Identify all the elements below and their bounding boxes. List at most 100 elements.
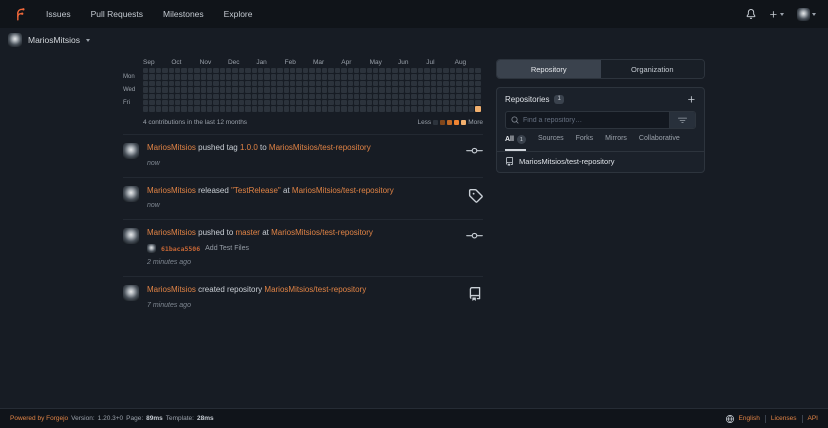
heatmap-cell bbox=[232, 106, 237, 111]
heatmap-cell bbox=[437, 100, 442, 105]
heatmap-cell bbox=[213, 74, 218, 79]
heatmap-cell bbox=[443, 94, 448, 99]
connector-text: at bbox=[283, 186, 290, 195]
heatmap-cell bbox=[379, 94, 384, 99]
heatmap-cell bbox=[405, 81, 410, 86]
heatmap-cell bbox=[354, 87, 359, 92]
filter-tab-forks[interactable]: Forks bbox=[576, 135, 594, 151]
licenses-link[interactable]: Licenses bbox=[771, 415, 797, 422]
tab-repository[interactable]: Repository bbox=[497, 60, 601, 78]
context-user-switcher[interactable]: MariosMitsios bbox=[0, 30, 828, 50]
repo-name: MariosMitsios/test-repository bbox=[519, 157, 614, 166]
heatmap-cell bbox=[271, 106, 276, 111]
repo-search-input[interactable] bbox=[523, 117, 669, 124]
heatmap-cell bbox=[245, 68, 250, 73]
tag-ref-link[interactable]: 1.0.0 bbox=[240, 143, 258, 152]
heatmap-cell bbox=[252, 106, 257, 111]
filter-label: All bbox=[505, 136, 514, 143]
heatmap-cell bbox=[232, 94, 237, 99]
heatmap-cell bbox=[245, 74, 250, 79]
user-menu-button[interactable] bbox=[797, 8, 816, 21]
heatmap-cell bbox=[156, 94, 161, 99]
heatmap-cell bbox=[162, 106, 167, 111]
new-repository-button[interactable] bbox=[687, 95, 696, 104]
repo-link[interactable]: MariosMitsios/test-repository bbox=[271, 228, 373, 237]
month-label: Mar bbox=[313, 59, 341, 66]
language-selector[interactable]: English bbox=[739, 415, 760, 422]
heatmap-cell bbox=[418, 74, 423, 79]
heatmap-cell bbox=[169, 74, 174, 79]
heatmap-cell bbox=[309, 100, 314, 105]
globe-icon bbox=[726, 415, 734, 423]
legend-square bbox=[447, 120, 452, 125]
repo-list: MariosMitsios/test-repository bbox=[497, 151, 704, 172]
day-label: Mon bbox=[123, 74, 140, 80]
repo-icon bbox=[466, 287, 483, 309]
heatmap-cell bbox=[386, 74, 391, 79]
tab-organization[interactable]: Organization bbox=[601, 60, 705, 78]
avatar[interactable] bbox=[123, 186, 139, 202]
commit-hash-link[interactable]: 61baca5506 bbox=[161, 245, 200, 253]
api-link[interactable]: API bbox=[808, 415, 818, 422]
powered-by-link[interactable]: Powered by Forgejo bbox=[10, 415, 68, 422]
create-new-button[interactable] bbox=[769, 10, 784, 19]
heatmap-cell bbox=[316, 68, 321, 73]
heatmap-cell bbox=[379, 68, 384, 73]
actor-link[interactable]: MariosMitsios bbox=[147, 285, 196, 294]
heatmap-cell bbox=[392, 87, 397, 92]
heatmap-grid bbox=[143, 68, 483, 112]
repo-link[interactable]: MariosMitsios/test-repository bbox=[292, 186, 394, 195]
avatar[interactable] bbox=[123, 285, 139, 301]
release-ref-link[interactable]: "TestRelease" bbox=[231, 186, 281, 195]
heatmap-cell bbox=[239, 74, 244, 79]
heatmap-cell bbox=[431, 81, 436, 86]
heatmap-cell bbox=[373, 106, 378, 111]
action-text: released bbox=[198, 186, 229, 195]
heatmap-cell bbox=[226, 68, 231, 73]
template-time: 28ms bbox=[197, 415, 214, 422]
heatmap-cell bbox=[309, 94, 314, 99]
chevron-down-icon bbox=[780, 13, 784, 16]
actor-link[interactable]: MariosMitsios bbox=[147, 228, 196, 237]
avatar[interactable] bbox=[123, 143, 139, 159]
avatar[interactable] bbox=[123, 228, 139, 244]
filter-tab-mirrors[interactable]: Mirrors bbox=[605, 135, 627, 151]
nav-milestones[interactable]: Milestones bbox=[163, 9, 204, 19]
forgejo-logo-icon[interactable] bbox=[12, 7, 26, 21]
repo-list-item[interactable]: MariosMitsios/test-repository bbox=[497, 152, 704, 172]
repo-filter-button[interactable] bbox=[669, 112, 695, 128]
heatmap-cell bbox=[475, 106, 480, 111]
heatmap-cell bbox=[277, 87, 282, 92]
actor-link[interactable]: MariosMitsios bbox=[147, 143, 196, 152]
heatmap-cell bbox=[271, 100, 276, 105]
repo-link[interactable]: MariosMitsios/test-repository bbox=[269, 143, 371, 152]
nav-pull-requests[interactable]: Pull Requests bbox=[91, 9, 143, 19]
heatmap-cell bbox=[188, 81, 193, 86]
filter-tab-all[interactable]: All 1 bbox=[505, 135, 526, 151]
actor-link[interactable]: MariosMitsios bbox=[147, 186, 196, 195]
avatar bbox=[8, 33, 22, 47]
heatmap-cell bbox=[450, 68, 455, 73]
bell-icon[interactable] bbox=[746, 9, 756, 19]
filter-tab-sources[interactable]: Sources bbox=[538, 135, 564, 151]
heatmap-cell bbox=[284, 106, 289, 111]
heatmap-cell bbox=[194, 100, 199, 105]
heatmap-cell bbox=[188, 100, 193, 105]
heatmap-cell bbox=[194, 81, 199, 86]
repo-link[interactable]: MariosMitsios/test-repository bbox=[264, 285, 366, 294]
filter-tab-collaborative[interactable]: Collaborative bbox=[639, 135, 680, 151]
heatmap-cell bbox=[392, 94, 397, 99]
heatmap-cell bbox=[456, 81, 461, 86]
heatmap-cell bbox=[379, 74, 384, 79]
heatmap-cell bbox=[386, 68, 391, 73]
heatmap-cell bbox=[143, 106, 148, 111]
branch-link[interactable]: master bbox=[236, 228, 260, 237]
heatmap-cell bbox=[284, 94, 289, 99]
heatmap-cell bbox=[424, 81, 429, 86]
nav-explore[interactable]: Explore bbox=[224, 9, 253, 19]
activity-item-push-branch: MariosMitsios pushed to master at Marios… bbox=[123, 219, 483, 276]
nav-issues[interactable]: Issues bbox=[46, 9, 71, 19]
heatmap-cell bbox=[258, 74, 263, 79]
heatmap-cell bbox=[386, 106, 391, 111]
heatmap-cell bbox=[316, 81, 321, 86]
